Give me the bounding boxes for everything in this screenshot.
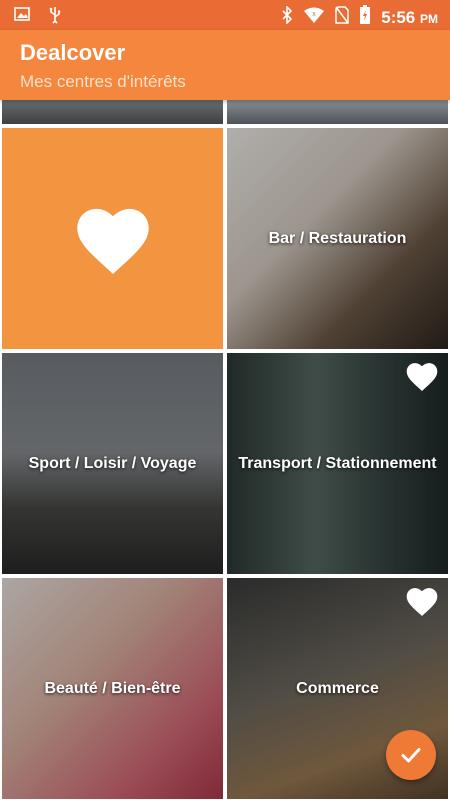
app-title: Dealcover	[20, 40, 126, 65]
partial-row	[0, 100, 450, 126]
category-tile[interactable]	[2, 128, 223, 349]
category-label: Beauté / Bien-être	[44, 679, 181, 697]
category-label: Sport / Loisir / Voyage	[28, 454, 197, 472]
status-time: 5:56 PM	[381, 7, 438, 27]
status-bar: x 5:56 PM	[0, 0, 450, 30]
heart-icon[interactable]	[71, 200, 155, 278]
status-left-icons	[14, 6, 62, 29]
category-tile[interactable]: Sport / Loisir / Voyage	[2, 353, 223, 574]
image-icon	[14, 6, 30, 29]
usb-icon	[48, 6, 62, 29]
svg-text:x: x	[312, 11, 316, 18]
category-tile[interactable]: Bar / Restauration	[227, 128, 448, 349]
check-icon	[401, 748, 421, 763]
category-label: Bar / Restauration	[268, 229, 407, 247]
category-tile[interactable]: Beauté / Bien-être	[2, 578, 223, 799]
wifi-icon: x	[303, 6, 325, 29]
no-sim-icon	[335, 6, 349, 29]
partial-tile[interactable]	[2, 100, 223, 124]
bluetooth-icon	[281, 5, 293, 29]
battery-icon	[359, 5, 371, 30]
heart-icon[interactable]	[404, 359, 440, 393]
partial-tile[interactable]	[227, 100, 448, 124]
app-subtitle: Mes centres d'intérêts	[20, 72, 186, 91]
category-tile[interactable]: Transport / Stationnement	[227, 353, 448, 574]
heart-icon[interactable]	[404, 584, 440, 618]
category-label: Transport / Stationnement	[238, 454, 437, 472]
confirm-button[interactable]	[386, 730, 436, 780]
status-right-icons: x 5:56 PM	[281, 5, 438, 30]
category-label: Commerce	[296, 679, 379, 697]
category-grid[interactable]: Bar / Restauration Sport / Loisir / Voya…	[0, 100, 450, 800]
app-bar: Dealcover Mes centres d'intérêts	[0, 30, 450, 100]
